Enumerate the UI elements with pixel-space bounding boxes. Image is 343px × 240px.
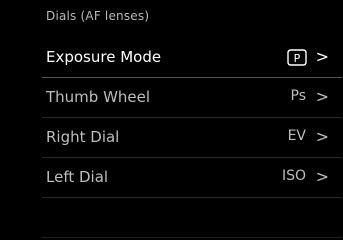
menu-item-left-dial[interactable]: Left Dial ISO > (42, 158, 342, 198)
chevron-right-icon: > (315, 87, 329, 106)
program-mode-icon: P (287, 49, 307, 66)
chevron-right-icon: > (315, 47, 329, 66)
page-title: Dials (AF lenses) (46, 9, 150, 23)
menu-item-label: Left Dial (46, 168, 109, 186)
chevron-right-icon: > (315, 127, 329, 146)
menu-item-value: Ps (290, 88, 307, 104)
menu-item-thumb-wheel[interactable]: Thumb Wheel Ps > (42, 78, 342, 118)
menu-item-label: Exposure Mode (46, 48, 162, 66)
program-mode-letter: P (294, 52, 301, 65)
menu-item-value: EV (287, 128, 306, 144)
empty-menu-row (42, 198, 342, 238)
menu-item-label: Right Dial (46, 128, 120, 146)
camera-menu-screen: Dials (AF lenses) Exposure Mode P > Thum… (0, 0, 343, 240)
menu-item-value: ISO (281, 168, 306, 184)
chevron-right-icon: > (315, 167, 329, 186)
menu-item-label: Thumb Wheel (46, 88, 151, 106)
menu-list: Exposure Mode P > Thumb Wheel Ps > Right… (42, 38, 342, 238)
menu-item-right-dial[interactable]: Right Dial EV > (42, 118, 342, 158)
menu-item-exposure-mode[interactable]: Exposure Mode P > (42, 38, 342, 78)
